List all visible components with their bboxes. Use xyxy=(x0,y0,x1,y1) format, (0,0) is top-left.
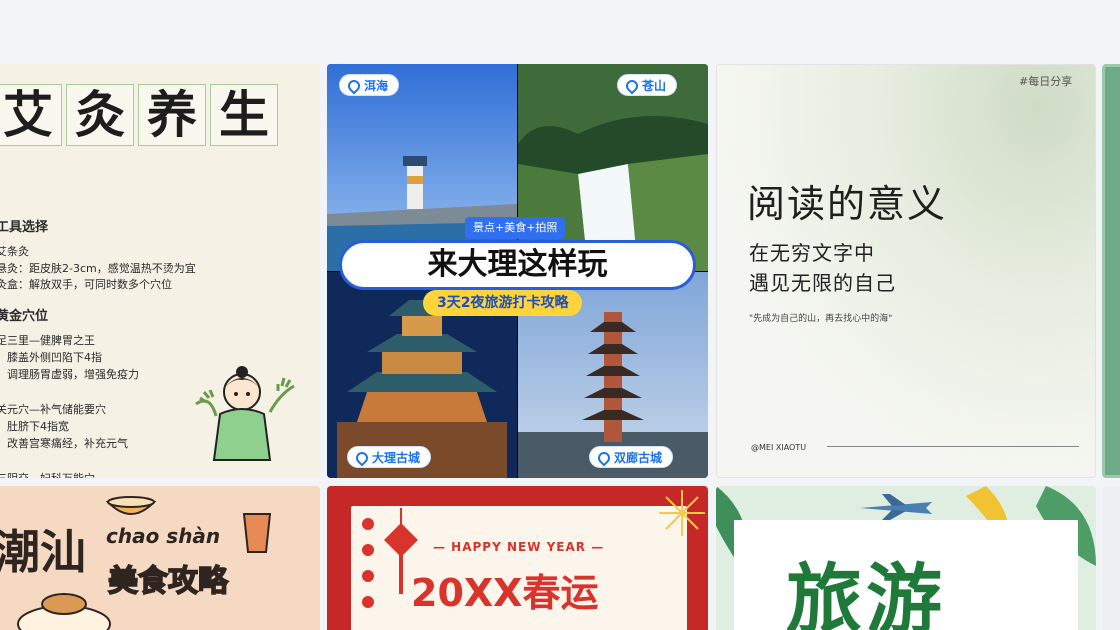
top-bar xyxy=(0,0,1120,64)
card-quote: "先成为自己的山，再去找心中的海" xyxy=(749,314,893,324)
content-line: 关元穴—补气储能要穴 xyxy=(0,403,106,416)
card-line: 在无穷文字中 xyxy=(749,241,875,265)
content-line: ：调理肠胃虚弱，增强免疫力 xyxy=(0,368,139,381)
card-title: 来大理这样玩 xyxy=(339,240,696,290)
card-line: 遇见无限的自己 xyxy=(749,271,896,295)
template-card-travel[interactable]: 旅游 xyxy=(716,486,1096,630)
card-title: 阅读的意义 xyxy=(747,182,948,226)
card-subtitle: 3天2夜旅游打卡攻略 xyxy=(423,290,583,316)
drink-cup-icon xyxy=(242,513,272,553)
content-line: ：肚脐下4指宽 xyxy=(0,420,69,433)
content-line: 艾条灸 xyxy=(0,245,29,258)
content-line: 悬灸：距皮肤2-3cm，感觉温热不烫为宜 xyxy=(0,262,196,275)
template-card-partial[interactable] xyxy=(1102,486,1120,630)
content-line: 足三里—健脾胃之王 xyxy=(0,334,95,347)
content-line: 灸盒：解放双手，可同时数多个穴位 xyxy=(0,278,172,291)
card-title: 艾 灸 养 生 xyxy=(0,84,278,146)
card-title: 潮汕 xyxy=(0,525,86,579)
divider xyxy=(827,446,1079,447)
title-char: 灸 xyxy=(66,84,134,146)
section-heading: 工具选择 xyxy=(0,220,49,235)
template-card-partial[interactable] xyxy=(1102,64,1120,478)
airplane-icon xyxy=(860,494,932,520)
decorative-dots xyxy=(362,518,374,608)
section-heading: 黄金穴位 xyxy=(0,309,49,324)
location-pin-label: 苍山 xyxy=(617,74,678,96)
content-line: ：膝盖外侧凹陷下4指 xyxy=(0,351,102,364)
content-line: 三阴交—妇科万能穴 xyxy=(0,470,95,478)
template-card-spring-festival[interactable]: — HAPPY NEW YEAR — 20XX春运 xyxy=(327,486,708,630)
firework-icon xyxy=(659,490,705,536)
card-title: 20XX春运 xyxy=(411,571,599,615)
template-card-reading[interactable]: #每日分享 阅读的意义 在无穷文字中 遇见无限的自己 "先成为自己的山，再去找心… xyxy=(716,64,1096,478)
cartoon-kid-illustration xyxy=(195,366,295,461)
template-card-dali-travel[interactable]: 洱海 苍山 大理古城 双廊古城 景点+美食+拍照 来大理这样玩 3天2夜旅游打卡… xyxy=(327,64,708,478)
card-pinyin: chao shàn xyxy=(106,524,221,548)
hashtag: #每日分享 xyxy=(1019,75,1073,88)
author-signature: @MEI XIAOTU xyxy=(751,443,807,452)
title-char: 生 xyxy=(210,84,278,146)
template-card-chaoshan-food[interactable]: 潮汕 chao shàn 美食攻略 xyxy=(0,486,320,630)
location-pin-label: 双廊古城 xyxy=(589,446,674,468)
food-bowl-icon xyxy=(106,496,156,515)
content-line: ：改善宫寒痛经，补充元气 xyxy=(0,437,128,450)
location-pin-label: 大理古城 xyxy=(347,446,432,468)
card-header: — HAPPY NEW YEAR — xyxy=(433,540,605,554)
card-title: 旅游 xyxy=(786,555,946,630)
card-subtitle: 美食攻略 xyxy=(107,563,229,600)
title-char: 艾 xyxy=(0,84,62,146)
location-pin-label: 洱海 xyxy=(339,74,400,96)
food-illustration xyxy=(17,593,111,630)
template-card-moxibustion[interactable]: 艾 灸 养 生 工具选择艾条灸悬灸：距皮肤2-3cm，感觉温热不烫为宜 灸盒：解放… xyxy=(0,64,320,478)
title-char: 养 xyxy=(138,84,206,146)
feature-tag: 景点+美食+拍照 xyxy=(465,217,566,239)
